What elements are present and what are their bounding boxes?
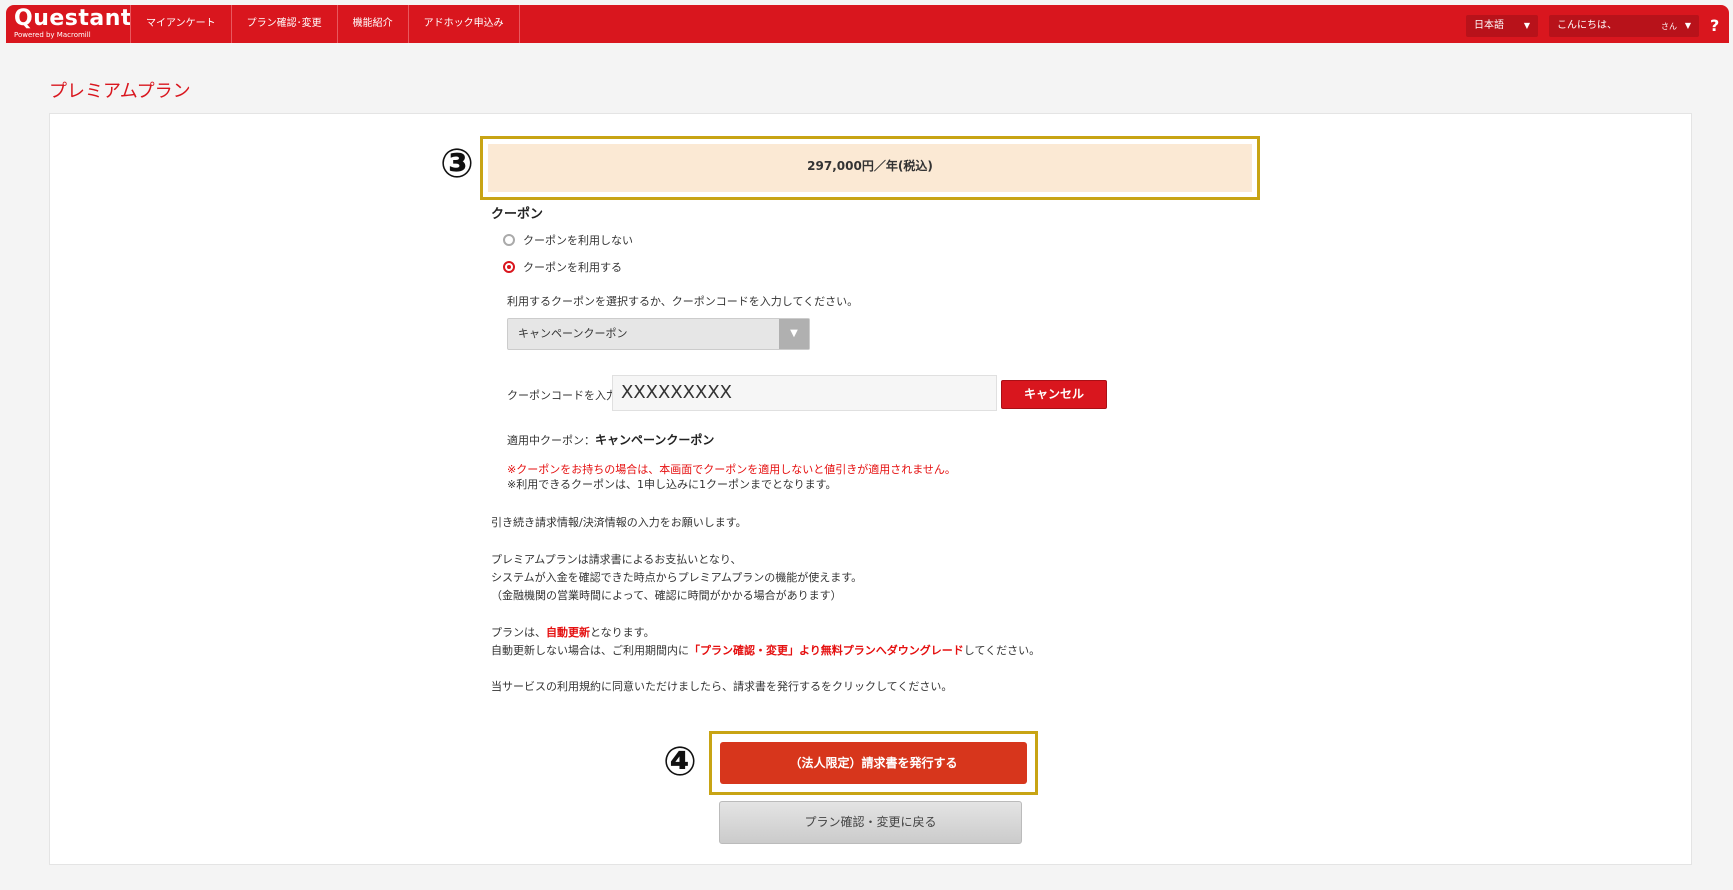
language-select[interactable]: 日本語 ▼ bbox=[1466, 15, 1538, 37]
nav-my-survey[interactable]: マイアンケート bbox=[130, 5, 231, 43]
chevron-down-icon: ▼ bbox=[1684, 21, 1691, 30]
chevron-down-icon: ▼ bbox=[779, 319, 809, 349]
coupon-select-value: キャンペーンクーポン bbox=[518, 327, 628, 340]
coupon-instruction: 利用するクーポンを選択するか、クーポンコードを入力してください。 bbox=[507, 295, 859, 308]
coupon-select[interactable]: キャンペーンクーポン ▼ bbox=[507, 318, 810, 350]
annotation-marker-3: ③ bbox=[440, 141, 474, 187]
downgrade-bold: 「プラン確認・変更」より無料プランへダウングレード bbox=[689, 644, 964, 657]
nav-adhoc[interactable]: アドホック申込み bbox=[407, 5, 520, 43]
logo-text: Questant bbox=[14, 6, 132, 31]
downgrade-prefix: 自動更新しない場合は、ご利用期間内に bbox=[491, 644, 689, 657]
radio-use-coupon[interactable]: クーポンを利用する bbox=[503, 259, 622, 275]
radio-label: クーポンを利用しない bbox=[523, 234, 633, 247]
coupon-code-label: クーポンコードを入力 bbox=[507, 389, 617, 402]
questant-logo[interactable]: Questant Powered by Macromill bbox=[14, 6, 132, 40]
help-icon[interactable]: ? bbox=[1710, 15, 1719, 37]
back-to-plan-button[interactable]: プラン確認・変更に戻る bbox=[719, 801, 1022, 844]
main-nav: マイアンケート プラン確認･変更 機能紹介 アドホック申込み bbox=[130, 5, 520, 43]
coupon-note: ※利用できるクーポンは、1申し込みに1クーポンまでとなります。 bbox=[507, 478, 837, 491]
top-navigation-bar: Questant Powered by Macromill マイアンケート プラ… bbox=[6, 5, 1729, 43]
user-menu[interactable]: こんにちは、 さん ▼ bbox=[1549, 15, 1699, 37]
language-label: 日本語 bbox=[1474, 20, 1504, 31]
issue-invoice-button[interactable]: （法人限定）請求書を発行する bbox=[720, 742, 1027, 784]
renew-prefix: プランは、 bbox=[491, 626, 546, 639]
downgrade-line: 自動更新しない場合は、ご利用期間内に「プラン確認・変更」より無料プランへダウング… bbox=[491, 642, 1040, 658]
downgrade-suffix: してください。 bbox=[963, 644, 1041, 657]
price-highlight-box: 297,000円／年(税込) bbox=[480, 136, 1260, 200]
nav-plan-change[interactable]: プラン確認･変更 bbox=[230, 5, 337, 43]
terms-text: 当サービスの利用規約に同意いただけましたら、請求書を発行するをクリックしてくださ… bbox=[491, 680, 953, 693]
radio-no-coupon[interactable]: クーポンを利用しない bbox=[503, 232, 633, 248]
coupon-warning: ※クーポンをお持ちの場合は、本画面でクーポンを適用しないと値引きが適用されません… bbox=[507, 463, 956, 476]
price-text: 297,000円／年(税込) bbox=[488, 144, 1252, 192]
greeting-suffix: さん bbox=[1661, 22, 1677, 31]
chevron-down-icon: ▼ bbox=[1523, 21, 1530, 30]
renew-suffix: となります。 bbox=[590, 626, 655, 639]
greeting-text: こんにちは、 bbox=[1557, 20, 1617, 31]
renew-bold: 自動更新 bbox=[546, 626, 590, 639]
radio-label: クーポンを利用する bbox=[523, 261, 622, 274]
page-title: プレミアムプラン bbox=[49, 81, 191, 102]
annotation-marker-4: ④ bbox=[663, 739, 697, 785]
auto-renew-line: プランは、自動更新となります。 bbox=[491, 624, 655, 640]
coupon-section-label: クーポン bbox=[491, 207, 544, 222]
radio-checked bbox=[503, 261, 515, 273]
info-line-1: 引き続き請求情報/決済情報の入力をお願いします。 bbox=[491, 516, 747, 529]
nav-features[interactable]: 機能紹介 bbox=[336, 5, 408, 43]
radio-unchecked bbox=[503, 234, 515, 246]
info-line-2: プレミアムプランは請求書によるお支払いとなり、 bbox=[491, 553, 742, 566]
coupon-code-input[interactable]: XXXXXXXXX bbox=[612, 375, 997, 411]
applied-coupon-value: キャンペーンクーポン bbox=[595, 433, 715, 447]
applied-coupon-label: 適用中クーポン： bbox=[507, 434, 595, 447]
issue-highlight-box: （法人限定）請求書を発行する bbox=[709, 731, 1038, 795]
logo-subtitle: Powered by Macromill bbox=[14, 31, 91, 39]
cancel-button[interactable]: キャンセル bbox=[1001, 380, 1107, 409]
info-line-4: （金融機関の営業時間によって、確認に時間がかかる場合があります） bbox=[491, 589, 842, 602]
applied-coupon: 適用中クーポン：キャンペーンクーポン bbox=[507, 431, 714, 448]
info-line-3: システムが入金を確認できた時点からプレミアムプランの機能が使えます。 bbox=[491, 571, 863, 584]
